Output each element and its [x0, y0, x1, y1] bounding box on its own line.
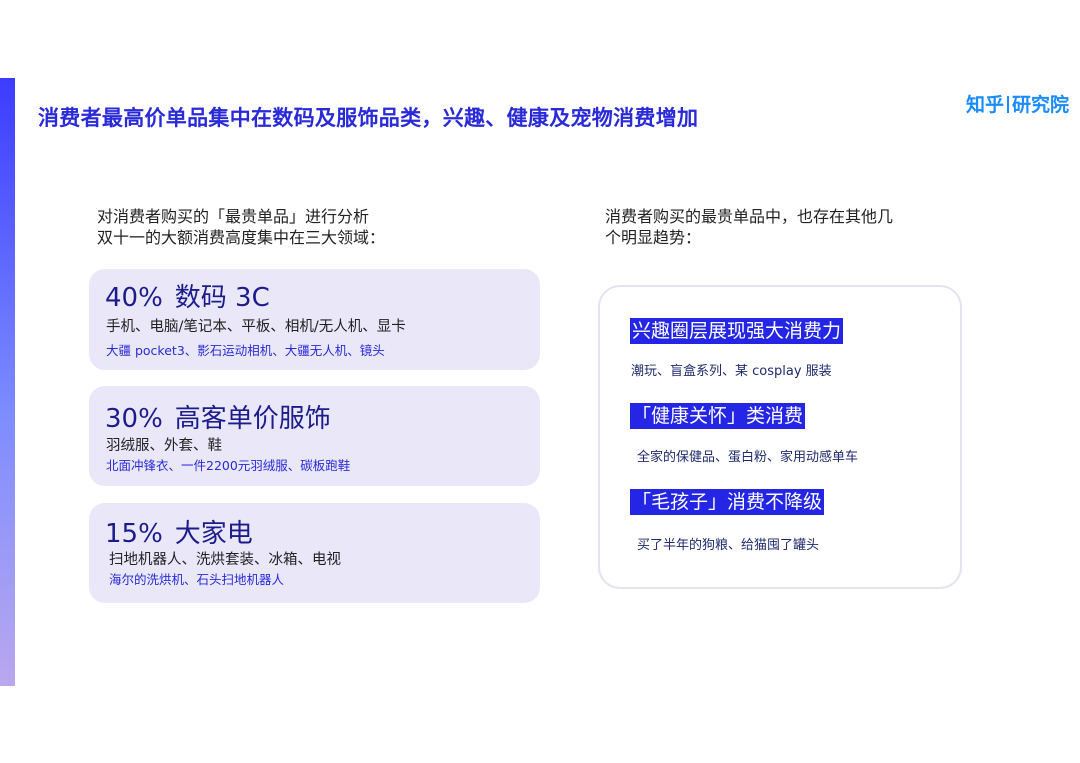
category-percent: 30% [105, 404, 163, 434]
trend-title: 「健康关怀」类消费 [630, 403, 806, 429]
logo-text-right: 研究院 [1012, 94, 1070, 116]
category-examples: 大疆 pocket3、影石运动相机、大疆无人机、镜头 [106, 343, 385, 358]
category-items: 羽绒服、外套、鞋 [106, 438, 222, 454]
category-heading: 30% 高客单价服饰 [105, 398, 343, 435]
category-percent: 40% [105, 283, 163, 313]
right-intro: 消费者购买的最贵单品中，也存在其他几 个明显趋势： [605, 206, 945, 248]
category-heading: 15% 大家电 [105, 513, 265, 550]
left-intro-line-1: 对消费者购买的「最贵单品」进行分析 [97, 207, 370, 226]
category-examples: 海尔的洗烘机、石头扫地机器人 [109, 572, 285, 587]
zhihu-research-logo: 知乎 研究院 [966, 90, 1069, 117]
right-intro-line-2: 个明显趋势： [605, 228, 702, 247]
trend-description: 买了半年的狗粮、给猫囤了罐头 [637, 538, 820, 553]
category-card-digital: 40% 数码 3C 手机、电脑/笔记本、平板、相机/无人机、显卡 大疆 pocke… [89, 269, 540, 370]
logo-text-left: 知乎 [966, 94, 1005, 116]
category-card-appliances: 15% 大家电 扫地机器人、洗烘套装、冰箱、电视 海尔的洗烘机、石头扫地机器人 [89, 503, 540, 603]
left-intro-line-2: 双十一的大额消费高度集中在三大领域： [97, 228, 386, 247]
category-items: 扫地机器人、洗烘套装、冰箱、电视 [109, 552, 341, 568]
logo-divider [1007, 96, 1010, 113]
left-intro: 对消费者购买的「最贵单品」进行分析 双十一的大额消费高度集中在三大领域： [97, 206, 457, 248]
category-examples: 北面冲锋衣、一件2200元羽绒服、碳板跑鞋 [106, 458, 351, 473]
category-card-apparel: 30% 高客单价服饰 羽绒服、外套、鞋 北面冲锋衣、一件2200元羽绒服、碳板跑鞋 [89, 386, 540, 486]
trend-description: 全家的保健品、蛋白粉、家用动感单车 [637, 450, 859, 465]
right-intro-line-1: 消费者购买的最贵单品中，也存在其他几 [605, 207, 894, 226]
trend-title: 「毛孩子」消费不降级 [630, 489, 825, 515]
category-name: 高客单价服饰 [174, 404, 331, 434]
page-title: 消费者最高价单品集中在数码及服饰品类，兴趣、健康及宠物消费增加 [38, 106, 699, 130]
category-name: 数码 3C [174, 283, 270, 313]
category-items: 手机、电脑/笔记本、平板、相机/无人机、显卡 [106, 319, 406, 335]
trend-title: 兴趣圈层展现强大消费力 [630, 318, 844, 344]
category-heading: 40% 数码 3C [105, 277, 282, 314]
category-name: 大家电 [174, 519, 253, 549]
trend-description: 潮玩、盲盒系列、某 cosplay 服装 [631, 364, 832, 379]
accent-bar [0, 78, 15, 686]
category-percent: 15% [105, 519, 163, 549]
